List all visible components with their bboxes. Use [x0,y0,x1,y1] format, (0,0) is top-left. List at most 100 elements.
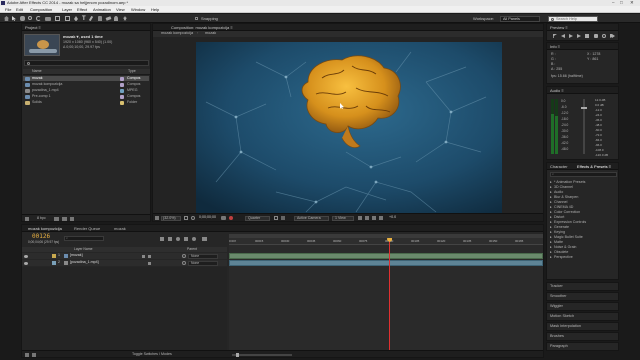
clone-stamp-tool-icon[interactable] [98,16,102,21]
breadcrumb-item[interactable]: mozak [205,31,216,36]
resolution-dropdown[interactable]: Quarter [245,215,270,221]
play-icon[interactable] [569,34,573,38]
new-composition-icon[interactable] [62,216,67,221]
new-folder-icon[interactable] [54,216,59,221]
time-graph[interactable]: 0:00f 00015 00030 00045 00060 00075 0009… [229,234,543,351]
menu-composition[interactable]: Composition [30,7,52,12]
graph-editor-icon[interactable] [202,237,207,241]
toggle-switches-modes[interactable]: Toggle Switches / Modes [132,352,172,357]
tab-effects-presets[interactable]: Effects & Presets ≡ [577,164,611,169]
color-channel-icon[interactable] [229,216,233,220]
menu-animation[interactable]: Animation [93,7,111,12]
audio-volume-slider[interactable] [581,99,587,154]
maximize-button[interactable]: □ [620,0,623,6]
brush-tool-icon[interactable] [88,15,94,22]
time-ruler[interactable]: 0:00f 00015 00030 00045 00060 00075 0009… [229,238,543,245]
prev-frame-icon[interactable] [561,34,565,38]
search-help-input[interactable]: Search Help [548,15,598,22]
toggle-pixel-aspect-icon[interactable] [358,216,362,220]
menu-file[interactable]: File [5,7,11,12]
first-frame-icon[interactable] [553,34,557,38]
tab-mozak-kompozicija[interactable]: mozak kompozicija [28,226,62,231]
layer-row[interactable]: 2 [pozadina_1.mp4] None [22,260,227,266]
composition-panel-tab[interactable]: Composition: mozak kompozicija ≡ [153,24,543,31]
tab-render-queue[interactable]: Render Queue [74,226,100,231]
motion-sketch-panel[interactable]: Motion Sketch [546,312,619,321]
always-preview-icon[interactable] [155,216,159,220]
menu-edit[interactable]: Edit [16,7,23,12]
project-item-row[interactable]: mozak Compos [23,76,149,81]
parent-pickwhip-icon[interactable] [182,254,186,258]
type-tool-icon[interactable]: T [82,16,86,22]
hand-tool-icon[interactable] [20,16,25,21]
trash-icon[interactable] [70,216,74,221]
col-layer-name[interactable]: Layer Name [74,247,92,251]
zoom-slider-handle[interactable] [236,352,239,357]
camera-tool-icon[interactable] [45,16,51,21]
wiggler-panel[interactable]: Wiggler [546,302,619,311]
zoom-slider[interactable] [232,352,292,357]
motion-blur-icon[interactable] [192,237,196,241]
parent-dropdown[interactable]: None [188,260,218,266]
visibility-eye-icon[interactable] [24,254,28,258]
comp-mini-flowchart-icon[interactable] [160,237,164,241]
flowchart-icon[interactable] [379,216,383,220]
tab-mozak[interactable]: mozak [114,226,126,231]
audio-toggle-icon[interactable] [594,34,598,38]
parent-pickwhip-icon[interactable] [182,261,186,265]
project-panel-tab[interactable]: Project ≡ [22,24,150,31]
collapse-transform-icon[interactable] [142,254,145,258]
tab-character[interactable]: Character [550,164,568,169]
frame-blending-icon[interactable] [184,237,188,241]
composition-canvas[interactable] [196,42,502,214]
slider-handle[interactable] [581,107,587,109]
quality-icon[interactable] [148,261,151,265]
eraser-tool-icon[interactable] [105,16,112,21]
parent-dropdown[interactable]: None [188,253,218,259]
smoother-panel[interactable]: Smoother [546,292,619,301]
tracker-panel[interactable]: Tracker [546,282,619,291]
transparency-grid-icon[interactable] [281,216,285,220]
grid-toggle-icon[interactable] [184,216,188,220]
ram-preview-icon[interactable] [610,34,615,38]
rectangle-tool-icon[interactable] [65,16,70,21]
preview-panel-tab[interactable]: Preview ≡ [547,24,618,31]
timeline-toggle-icon[interactable] [372,216,376,220]
zoom-dropdown[interactable]: (32.0%) [161,215,181,221]
effects-search-input[interactable]: ⌕ [550,172,617,177]
brushes-panel[interactable]: Brushes [546,332,619,341]
exposure-value[interactable]: +0.0 [389,215,396,220]
snapshot-icon[interactable] [221,216,226,220]
effect-category[interactable]: ▸ Perspective [548,255,617,260]
home-tool-icon[interactable] [4,16,9,21]
menu-window[interactable]: Window [131,7,145,12]
workspace-dropdown[interactable]: All Panels [500,15,540,22]
project-item-row[interactable]: pozadina_1.mp4 MPEG [23,88,149,93]
project-search-input[interactable] [24,60,149,66]
next-frame-icon[interactable] [577,34,581,38]
project-item-row[interactable]: mozak kompozicija Compos [23,82,149,87]
bpc-button[interactable]: 8 bpc [37,216,46,221]
project-item-row[interactable]: Solids Folder [23,100,149,105]
pan-behind-tool-icon[interactable] [55,16,60,21]
project-item-row[interactable]: Pre-comp 1 Compos [23,94,149,99]
selection-tool-icon[interactable] [12,16,16,21]
mask-interpolation-panel[interactable]: Mask Interpolation [546,322,619,331]
shy-layers-icon[interactable] [176,237,180,241]
fast-preview-icon[interactable] [365,216,369,220]
playhead[interactable] [387,238,393,351]
snapping-checkbox[interactable] [195,17,198,20]
interpret-footage-icon[interactable] [25,216,29,221]
project-col-name[interactable]: Name [32,69,42,74]
transfer-controls-icon[interactable] [32,352,36,357]
view-layout-dropdown[interactable]: 1 View [332,215,354,221]
quality-icon[interactable] [148,254,151,258]
breadcrumb-item[interactable]: mozak kompozicija [161,31,193,36]
menu-effect[interactable]: Effect [77,7,87,12]
region-of-interest-icon[interactable] [274,216,278,220]
timeline-search-input[interactable]: ⌕ [64,236,104,241]
mask-toggle-icon[interactable] [191,216,195,220]
menu-layer[interactable]: Layer [62,7,72,12]
last-frame-icon[interactable] [585,34,589,38]
audio-panel-tab[interactable]: Audio ≡ [547,87,618,94]
